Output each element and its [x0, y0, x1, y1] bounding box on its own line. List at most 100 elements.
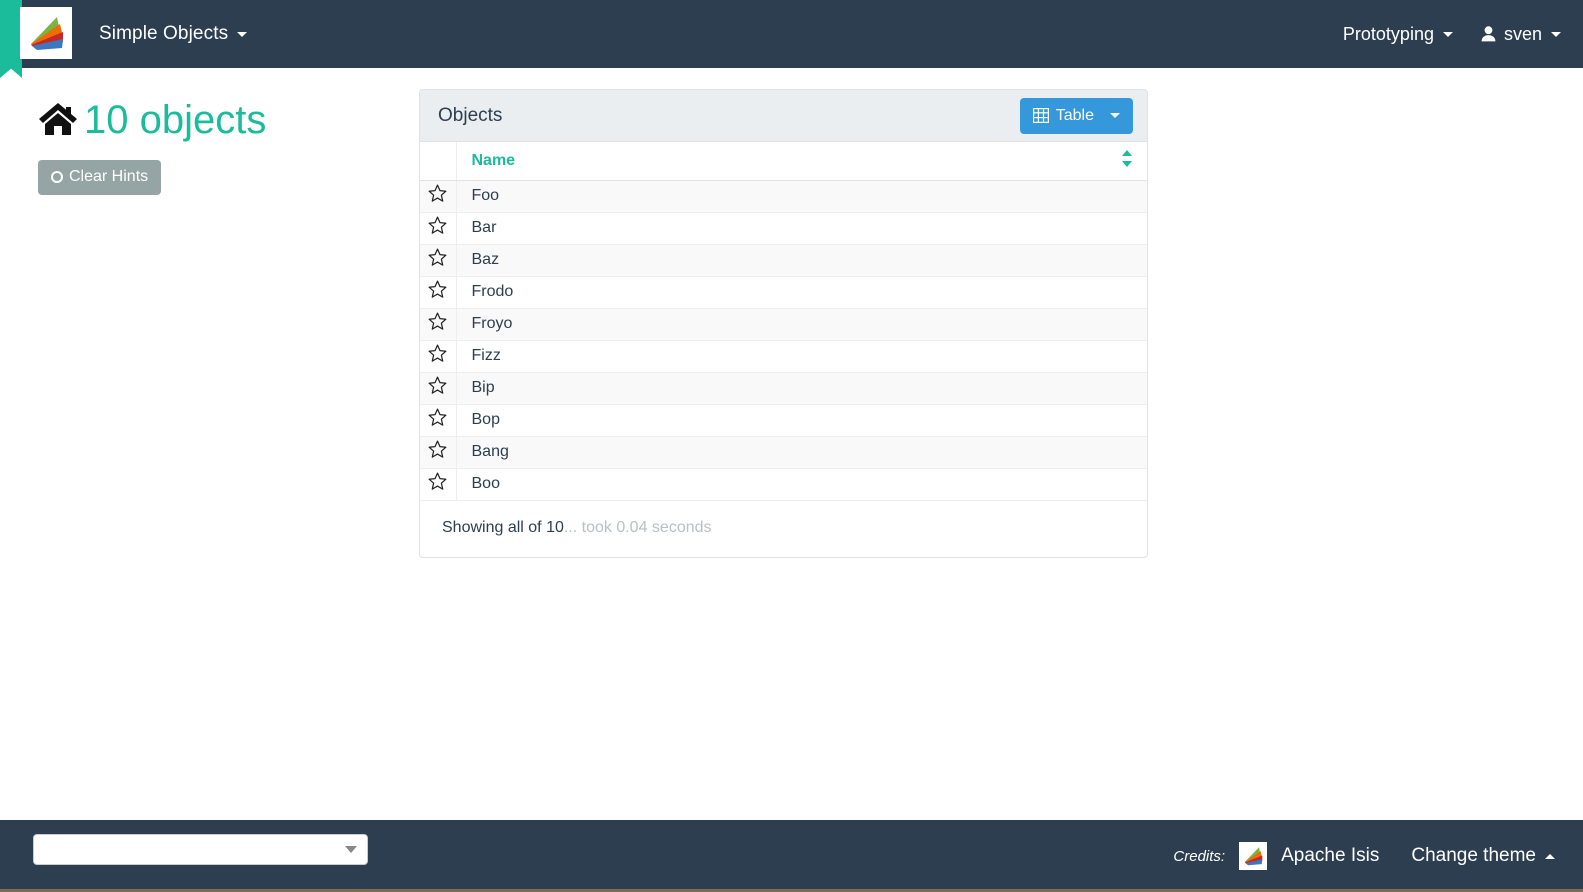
table-cell-spacer — [1107, 276, 1147, 308]
left-column: 10 objects Clear Hints — [38, 100, 398, 195]
table-row[interactable]: Baz — [420, 244, 1147, 276]
table-grid-icon — [1033, 108, 1049, 123]
table-row[interactable]: Fizz — [420, 340, 1147, 372]
brand-title-dropdown[interactable]: Simple Objects — [99, 0, 247, 68]
star-outline-icon[interactable] — [420, 212, 456, 244]
table-row[interactable]: Boo — [420, 468, 1147, 500]
star-outline-icon[interactable] — [420, 372, 456, 404]
apache-isis-logo[interactable] — [20, 7, 72, 59]
showing-count-label: Showing all of 10 — [442, 519, 564, 536]
objects-panel-title: Objects — [438, 105, 502, 127]
table-row[interactable]: Froyo — [420, 308, 1147, 340]
object-link[interactable]: Bar — [472, 219, 497, 236]
nav-item-user[interactable]: sven — [1481, 24, 1561, 45]
apache-isis-logo — [1239, 842, 1267, 870]
credit-link-apache-isis[interactable]: Apache Isis — [1281, 845, 1379, 867]
nav-item-prototyping-label: Prototyping — [1343, 24, 1434, 45]
star-outline-icon[interactable] — [420, 276, 456, 308]
clear-hints-button[interactable]: Clear Hints — [38, 160, 161, 195]
table-cell-spacer — [1107, 404, 1147, 436]
star-outline-icon[interactable] — [420, 244, 456, 276]
chevron-down-icon — [1551, 32, 1561, 37]
home-icon — [38, 101, 78, 137]
star-outline-icon[interactable] — [420, 180, 456, 212]
navbar-right-group: Prototyping sven — [1343, 0, 1561, 68]
objects-table-head: Name — [420, 142, 1147, 180]
chevron-down-icon — [345, 846, 357, 853]
star-outline-icon[interactable] — [420, 468, 456, 500]
header-star-column — [420, 142, 456, 180]
table-cell-name: Froyo — [456, 308, 1107, 340]
change-theme-button[interactable]: Change theme — [1411, 845, 1555, 867]
star-outline-icon[interactable] — [420, 308, 456, 340]
table-row[interactable]: Frodo — [420, 276, 1147, 308]
credits-label: Credits: — [1173, 848, 1225, 865]
circle-o-icon — [51, 171, 63, 183]
table-cell-name: Bang — [456, 436, 1107, 468]
table-cell-name: Bop — [456, 404, 1107, 436]
table-cell-name: Bip — [456, 372, 1107, 404]
page-title: 10 objects — [38, 100, 398, 140]
object-link[interactable]: Bip — [472, 379, 495, 396]
table-cell-spacer — [1107, 372, 1147, 404]
table-cell-spacer — [1107, 212, 1147, 244]
objects-table: Name Foo Bar Baz Frodo Froyo Fizz Bip Bop Bang Bo… — [420, 142, 1147, 501]
clear-hints-label: Clear Hints — [69, 168, 148, 186]
theme-select[interactable] — [33, 834, 368, 865]
objects-panel: Objects Table Na — [419, 89, 1148, 558]
object-link[interactable]: Fizz — [472, 347, 501, 364]
object-link[interactable]: Foo — [472, 187, 500, 204]
table-cell-name: Fizz — [456, 340, 1107, 372]
apache-isis-logo-icon — [24, 11, 68, 55]
table-row[interactable]: Bop — [420, 404, 1147, 436]
chevron-up-icon — [1545, 854, 1555, 859]
object-link[interactable]: Boo — [472, 475, 500, 492]
object-link[interactable]: Frodo — [472, 283, 514, 300]
objects-table-body: Foo Bar Baz Frodo Froyo Fizz Bip Bop Bang Boo — [420, 180, 1147, 500]
view-table-label: Table — [1056, 107, 1094, 125]
user-icon — [1481, 26, 1496, 42]
objects-table-summary: Showing all of 10... took 0.04 seconds — [420, 501, 1147, 557]
nav-item-user-label: sven — [1504, 24, 1542, 45]
table-cell-name: Boo — [456, 468, 1107, 500]
table-row[interactable]: Bar — [420, 212, 1147, 244]
table-cell-name: Foo — [456, 180, 1107, 212]
table-cell-spacer — [1107, 180, 1147, 212]
table-row[interactable]: Bip — [420, 372, 1147, 404]
nav-item-prototyping[interactable]: Prototyping — [1343, 24, 1453, 45]
object-link[interactable]: Bang — [472, 443, 509, 460]
sort-updown-icon[interactable] — [1107, 142, 1147, 180]
change-theme-label: Change theme — [1411, 845, 1536, 867]
star-outline-icon[interactable] — [420, 340, 456, 372]
table-cell-spacer — [1107, 340, 1147, 372]
chevron-down-icon — [237, 32, 247, 37]
query-duration-label: ... took 0.04 seconds — [564, 519, 712, 536]
object-link[interactable]: Baz — [472, 251, 500, 268]
app-page: Simple Objects Prototyping sven — [0, 0, 1583, 892]
table-cell-spacer — [1107, 244, 1147, 276]
table-row[interactable]: Bang — [420, 436, 1147, 468]
brand-title-label: Simple Objects — [99, 23, 228, 45]
page-title-text: 10 objects — [84, 100, 266, 140]
view-table-button[interactable]: Table — [1020, 98, 1133, 134]
table-row[interactable]: Foo — [420, 180, 1147, 212]
object-link[interactable]: Froyo — [472, 315, 513, 332]
star-outline-icon[interactable] — [420, 404, 456, 436]
table-cell-name: Bar — [456, 212, 1107, 244]
star-outline-icon[interactable] — [420, 436, 456, 468]
chevron-down-icon — [1443, 32, 1453, 37]
table-header-row: Name — [420, 142, 1147, 180]
chevron-down-icon — [1110, 113, 1120, 118]
page-footer: Credits: Apache Isis Change theme — [0, 820, 1583, 892]
objects-panel-header: Objects Table — [420, 90, 1147, 142]
table-cell-spacer — [1107, 436, 1147, 468]
table-cell-name: Baz — [456, 244, 1107, 276]
top-navbar: Simple Objects Prototyping sven — [0, 0, 1583, 68]
object-link[interactable]: Bop — [472, 411, 500, 428]
table-cell-spacer — [1107, 468, 1147, 500]
table-cell-spacer — [1107, 308, 1147, 340]
table-cell-name: Frodo — [456, 276, 1107, 308]
brand-ribbon — [0, 0, 22, 78]
footer-right-group: Credits: Apache Isis Change theme — [1173, 820, 1555, 892]
header-name-column[interactable]: Name — [456, 142, 1107, 180]
